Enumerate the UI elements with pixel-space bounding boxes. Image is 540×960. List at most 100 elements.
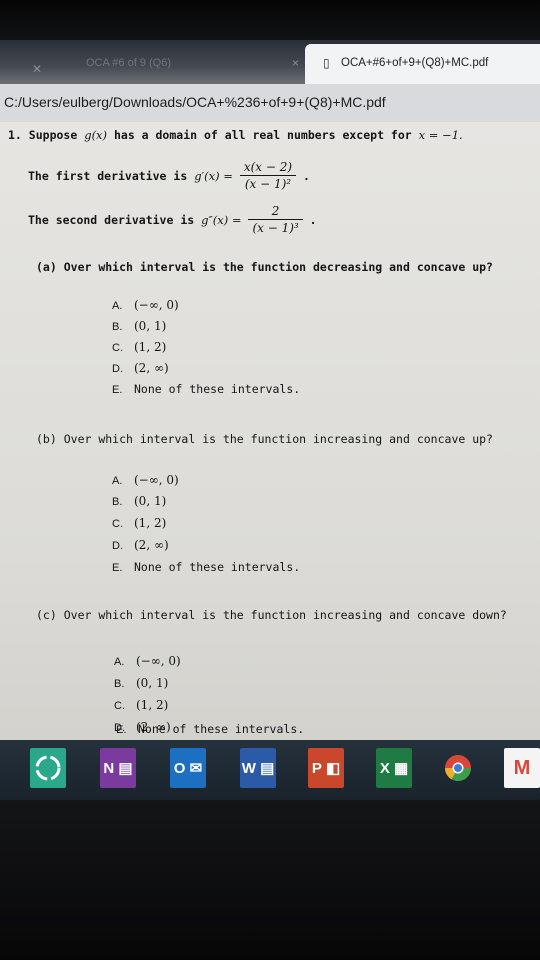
option-value: (2, ∞) (134, 361, 169, 375)
part-label: (c) (36, 608, 57, 622)
derivative-label: The second derivative is (28, 212, 195, 227)
option-b-a[interactable]: A. (−∞, 0) (112, 473, 179, 487)
derivative-lhs: g′(x) = (194, 168, 233, 183)
question-part-b: (b) Over which interval is the function … (36, 432, 493, 446)
option-a-a[interactable]: A. (−∞, 0) (112, 298, 179, 312)
monitor-bezel-top (0, 0, 540, 40)
intro-text: has a domain of all real numbers except … (113, 128, 412, 142)
option-value: (−∞, 0) (134, 298, 179, 312)
option-letter: E. (116, 724, 127, 736)
powerpoint-letter: P (311, 759, 322, 777)
app-icon[interactable] (30, 748, 66, 788)
period: . (309, 212, 317, 227)
question-part-c: (c) Over which interval is the function … (36, 608, 507, 622)
option-a-d[interactable]: D. (2, ∞) (112, 361, 169, 375)
option-value: (0, 1) (136, 676, 169, 690)
tab-title: OCA #6 of 9 (Q6) (86, 57, 171, 69)
derivative-label: The first derivative is (28, 168, 188, 183)
outlook-letter: O (173, 759, 186, 777)
denominator: (x − 1)³ (252, 221, 299, 235)
option-value: (2, ∞) (134, 538, 169, 552)
option-c-e[interactable]: E. None of these intervals. (116, 722, 304, 736)
option-value: (1, 2) (134, 516, 167, 530)
numerator: x(x − 2) (239, 160, 297, 176)
excel-icon[interactable]: X ▦ (376, 748, 412, 788)
period: . (303, 168, 310, 183)
chrome-logo-icon (444, 755, 472, 782)
option-letter: C. (112, 342, 123, 354)
option-value: (−∞, 0) (136, 654, 181, 668)
part-label: (b) (36, 432, 57, 446)
option-letter: C. (114, 700, 125, 712)
outlook-icon[interactable]: O ✉ (170, 748, 206, 788)
first-derivative: The first derivative is g′(x) = x(x − 2)… (28, 160, 310, 191)
chrome-icon[interactable] (440, 748, 476, 788)
derivative-lhs: g″(x) = (201, 212, 242, 227)
option-b-d[interactable]: D. (2, ∞) (112, 538, 169, 552)
option-a-c[interactable]: C. (1, 2) (112, 340, 166, 354)
part-text: Over which interval is the function incr… (63, 608, 507, 622)
option-a-e[interactable]: E. None of these intervals. (112, 382, 300, 396)
exception-value: x = −1. (418, 128, 463, 142)
question-number: 1. (8, 128, 22, 142)
option-a-b[interactable]: B. (0, 1) (112, 319, 166, 333)
gmail-icon[interactable]: M (504, 748, 540, 788)
option-letter: B. (114, 678, 125, 690)
option-letter: D. (112, 363, 123, 375)
intro-text: Suppose (28, 128, 78, 142)
option-letter: C. (112, 518, 123, 530)
document-icon: ▯ (323, 56, 330, 70)
denominator: (x − 1)² (244, 177, 292, 191)
close-icon[interactable]: × (292, 48, 299, 78)
function-name: g(x) (84, 128, 108, 142)
word-letter: W (241, 759, 256, 777)
part-label: (a) (36, 260, 57, 274)
option-letter: A. (114, 656, 125, 668)
onenote-letter: N (103, 759, 115, 777)
option-b-b[interactable]: B. (0, 1) (112, 494, 166, 508)
fraction: 2 (x − 1)³ (248, 204, 303, 235)
gmail-letter: M (513, 756, 531, 779)
tab-inactive[interactable]: ✕ OCA #6 of 9 (Q6) × (32, 48, 310, 78)
monitor-bezel-bottom (0, 800, 540, 960)
option-value: None of these intervals. (138, 722, 305, 736)
option-letter: E. (112, 562, 123, 574)
part-text: Over which interval is the function incr… (63, 432, 493, 446)
tab-title: OCA+#6+of+9+(Q8)+MC.pdf (341, 57, 489, 69)
pdf-page: 1. Suppose g(x) has a domain of all real… (0, 122, 540, 740)
taskbar: N ▤ O ✉ W ▤ P ◧ X ▦ M (0, 740, 540, 800)
option-c-a[interactable]: A. (−∞, 0) (114, 654, 181, 668)
option-letter: A. (112, 475, 123, 487)
option-value: (0, 1) (134, 319, 167, 333)
onenote-icon[interactable]: N ▤ (100, 748, 136, 788)
part-text: Over which interval is the function decr… (63, 260, 493, 274)
question-intro: 1. Suppose g(x) has a domain of all real… (8, 128, 463, 142)
word-icon[interactable]: W ▤ (240, 748, 276, 788)
fraction: x(x − 2) (x − 1)² (239, 160, 297, 191)
option-c-b[interactable]: B. (0, 1) (114, 676, 168, 690)
close-tab-icon[interactable]: ✕ (32, 54, 42, 84)
option-c-c[interactable]: C. (1, 2) (114, 698, 168, 712)
numerator: 2 (248, 204, 303, 220)
option-letter: B. (112, 496, 123, 508)
option-letter: A. (112, 300, 123, 312)
option-value: None of these intervals. (134, 382, 301, 396)
tab-active[interactable]: ▯ OCA+#6+of+9+(Q8)+MC.pdf (305, 44, 540, 84)
option-letter: D. (112, 540, 123, 552)
address-bar[interactable]: C:/Users/eulberg/Downloads/OCA+%236+of+9… (0, 84, 540, 123)
excel-letter: X (379, 759, 390, 777)
option-letter: B. (112, 321, 123, 333)
option-value: (1, 2) (134, 340, 167, 354)
powerpoint-icon[interactable]: P ◧ (308, 748, 344, 788)
option-value: (1, 2) (136, 698, 169, 712)
option-letter: E. (112, 384, 123, 396)
option-value: (0, 1) (134, 494, 167, 508)
recycle-icon (35, 755, 61, 781)
question-part-a: (a) Over which interval is the function … (36, 260, 493, 274)
second-derivative: The second derivative is g″(x) = 2 (x − … (28, 204, 317, 235)
option-value: None of these intervals. (134, 560, 301, 574)
option-b-c[interactable]: C. (1, 2) (112, 516, 166, 530)
option-b-e[interactable]: E. None of these intervals. (112, 560, 300, 574)
option-value: (−∞, 0) (134, 473, 179, 487)
address-text[interactable]: C:/Users/eulberg/Downloads/OCA+%236+of+9… (4, 94, 386, 110)
